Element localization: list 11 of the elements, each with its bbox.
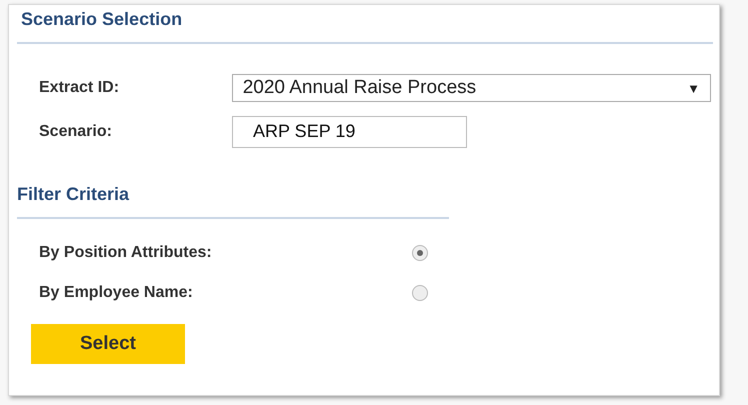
radio-label: By Employee Name: (39, 284, 194, 302)
field-label: Extract ID: (39, 79, 120, 97)
select-button[interactable]: Select (31, 324, 185, 364)
scenario-field[interactable]: ARP SEP 19 (232, 116, 467, 148)
section-title: Filter Criteria (17, 184, 130, 205)
radio-button[interactable] (412, 285, 428, 301)
extract-id-dropdown[interactable]: 2020 Annual Raise Process ▼ (232, 74, 711, 102)
section-title: Scenario Selection (21, 9, 184, 30)
radio-button[interactable] (412, 245, 428, 261)
field-label: Scenario: (39, 123, 113, 141)
radio-label: By Position Attributes: (39, 244, 213, 262)
